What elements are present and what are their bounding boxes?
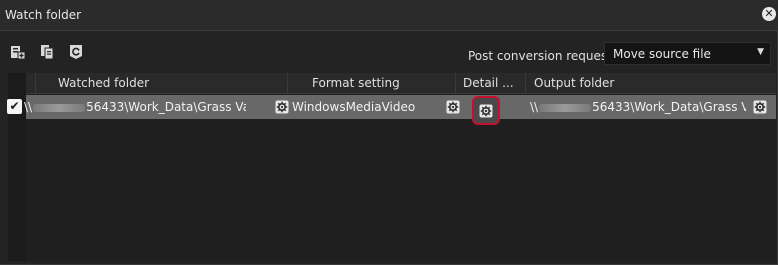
watch-folder-table: Watched folder Format setting Detail ...…: [7, 73, 776, 261]
refresh-icon[interactable]: [66, 42, 86, 62]
detail-settings-button[interactable]: [472, 96, 500, 125]
watched-folder-cell: \\ 56433\Work_Data\Grass Valle...: [24, 95, 246, 119]
table-row[interactable]: ✔ \\ 56433\Work_Data\Grass Valle... Windo…: [7, 95, 776, 119]
redacted-host: [539, 103, 592, 112]
redacted-host: [33, 103, 86, 112]
watched-folder-path: 56433\Work_Data\Grass Valle...: [86, 100, 246, 114]
output-folder-prefix: \\: [530, 100, 539, 114]
post-conversion-select[interactable]: Move source file ▼: [604, 42, 771, 65]
row-checkbox[interactable]: ✔: [7, 99, 22, 114]
format-settings-icon[interactable]: [445, 99, 461, 115]
header-output-folder[interactable]: Output folder: [526, 73, 776, 93]
close-icon[interactable]: ✕: [762, 7, 776, 21]
watch-folder-window: Watch folder ✕ Post conversion request: …: [0, 0, 778, 265]
header-spacer: [26, 73, 36, 93]
format-setting-cell: WindowsMediaVideo: [292, 100, 416, 114]
output-folder-cell: \\ 56433\Work_Data\Grass Valle...: [530, 95, 746, 119]
post-conversion-value: Move source file: [613, 47, 711, 61]
copy-icon[interactable]: [37, 42, 57, 62]
header-watched-folder[interactable]: Watched folder: [36, 73, 288, 93]
title-bar: Watch folder ✕: [0, 0, 778, 31]
output-folder-path: 56433\Work_Data\Grass Valle...: [592, 100, 746, 114]
window-title: Watch folder: [5, 8, 82, 22]
post-conversion-label: Post conversion request:: [468, 49, 616, 63]
chevron-down-icon: ▼: [757, 47, 764, 57]
table-header: Watched folder Format setting Detail ...…: [26, 73, 776, 94]
output-folder-settings-icon[interactable]: [752, 99, 768, 115]
watched-folder-prefix: \\: [24, 100, 33, 114]
detail-gear-icon: [478, 103, 494, 119]
header-format-setting[interactable]: Format setting: [288, 73, 456, 93]
add-watch-icon[interactable]: [8, 42, 28, 62]
watched-folder-settings-icon[interactable]: [274, 99, 290, 115]
header-detail[interactable]: Detail ...: [456, 73, 526, 93]
